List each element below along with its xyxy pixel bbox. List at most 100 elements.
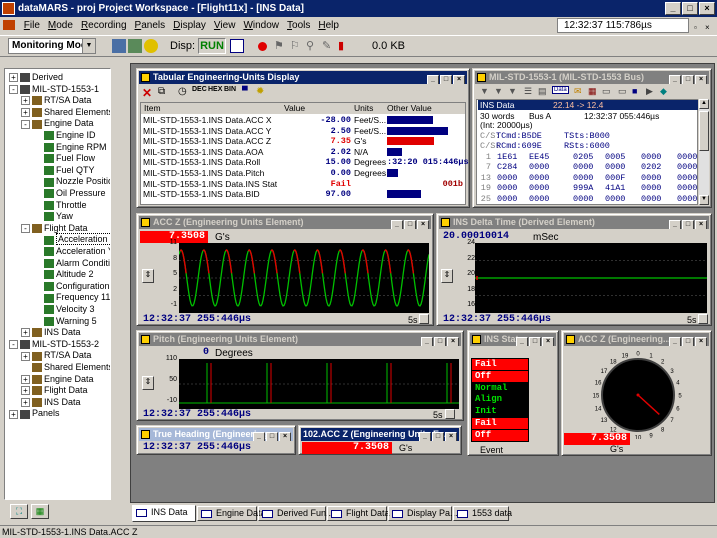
minimize-icon[interactable]: _ — [421, 337, 433, 346]
close-button[interactable]: × — [699, 2, 715, 15]
minimize-button[interactable]: _ — [665, 2, 681, 15]
accz-plot-window[interactable]: ACC Z (Engineering Units Element) _ □ × 7.… — [136, 213, 434, 326]
tree-item[interactable]: Acceleration Y — [33, 246, 110, 257]
menu-panels[interactable]: Panels — [131, 17, 170, 34]
tree-expander-icon[interactable]: + — [21, 374, 30, 384]
menu-view[interactable]: View — [210, 17, 240, 34]
tree-item[interactable]: Nozzle Position — [33, 176, 110, 187]
col-units[interactable]: Units — [354, 103, 373, 113]
table-row[interactable]: MIL-STD-1553-1.INS Data.ACC Y 2.50 Feet/S.… — [141, 126, 465, 136]
tabular-window[interactable]: Tabular Engineering-Units Display _ □ × ✕ … — [136, 68, 470, 208]
tab-ins-data[interactable]: INS Data — [132, 505, 196, 522]
record-icon[interactable] — [258, 42, 267, 51]
monitor-icon[interactable]: ▭ — [602, 86, 611, 97]
tree-item[interactable]: Engine RPM — [33, 142, 107, 153]
minimize-icon[interactable]: _ — [427, 75, 439, 84]
tree-item[interactable]: Altitude 2 — [33, 269, 94, 280]
tree-expander-icon[interactable]: + — [9, 409, 18, 419]
pin3-icon[interactable]: ▼ — [508, 86, 517, 96]
eu-icon[interactable]: ▀ — [242, 86, 248, 95]
scroll-up-icon[interactable]: ▲ — [699, 99, 709, 109]
tree-expander-icon[interactable]: + — [9, 73, 18, 83]
bus-data-row[interactable]: 1 1E61 EE45 0205 0005 0000 0000 — [477, 152, 698, 162]
col-value[interactable]: Value — [284, 103, 305, 113]
filter-icon[interactable]: ⚐ — [290, 39, 304, 53]
pin-icon[interactable]: ▼ — [480, 86, 489, 96]
accz-plot-titlebar[interactable]: ACC Z (Engineering Units Element) _ □ × — [139, 216, 431, 229]
table-row[interactable]: MIL-STD-1553-1.INS Data.ACC X -28.00 Feet/… — [141, 115, 465, 125]
close-icon[interactable]: × — [695, 75, 707, 84]
minimize-icon[interactable]: _ — [669, 220, 681, 229]
tree-item[interactable]: - Engine Data — [21, 118, 94, 129]
bus-scrollbar[interactable]: ▲ ▼ — [699, 99, 709, 205]
tree-item[interactable]: Fuel Flow — [33, 153, 95, 164]
bus-window[interactable]: MIL-STD-1553-1 (MIL-STD-1553 Bus) _ □ × ▼ … — [472, 68, 712, 208]
scale-icon[interactable]: ⇕ — [441, 269, 453, 283]
tree-expander-icon[interactable]: - — [21, 119, 30, 129]
panel-view-tab-icon[interactable]: ▦ — [31, 504, 49, 519]
project-tree[interactable]: + Derived - MIL-STD-1553-1 + RT/SA Data + Share… — [4, 68, 111, 500]
maximize-icon[interactable]: □ — [432, 432, 444, 441]
file-icon[interactable]: ▮ — [338, 39, 352, 53]
tree-item[interactable]: Throttle — [33, 200, 87, 211]
tab-1553-data[interactable]: 1553 data — [453, 506, 512, 521]
minimize-icon[interactable]: _ — [516, 337, 528, 346]
tag-icon[interactable]: ◆ — [660, 86, 667, 97]
minimize-icon[interactable]: _ — [669, 75, 681, 84]
maximize-icon[interactable]: □ — [434, 337, 446, 346]
bin-icon[interactable]: BIN — [224, 86, 236, 93]
run-indicator[interactable]: RUN — [198, 38, 226, 54]
list-icon[interactable]: ☰ — [524, 86, 532, 97]
pitch-titlebar[interactable]: Pitch (Engineering Units Element) _ □ × — [139, 333, 461, 346]
maximize-icon[interactable]: □ — [529, 337, 541, 346]
tree-expander-icon[interactable]: - — [9, 339, 18, 349]
maximize-icon[interactable]: □ — [404, 220, 416, 229]
gauge-titlebar[interactable]: ACC Z (Engineering... _ □ × — [564, 333, 709, 346]
close-icon[interactable]: × — [453, 75, 465, 84]
menu-tools[interactable]: Tools — [283, 17, 314, 34]
scroll-thumb[interactable] — [699, 111, 709, 151]
menu-file[interactable]: File — [20, 17, 44, 34]
tree-expander-icon[interactable]: + — [21, 328, 30, 338]
tree-expander-icon[interactable]: + — [21, 107, 30, 117]
tree-item[interactable]: Frequency 11 — [33, 292, 110, 303]
tree-item[interactable]: + RT/SA Data — [21, 350, 91, 361]
mode-select[interactable]: Monitoring Mode ▼ — [8, 38, 96, 54]
table-row[interactable]: MIL-STD-1553-1.INS Data.ACC Z 7.35 G's — [141, 136, 465, 146]
table-row[interactable]: MIL-STD-1553-1.INS Data.BID 97.00 — [141, 189, 465, 199]
bus-data-row[interactable]: 13 0000 0000 0000 000F 0000 0000 — [477, 173, 698, 183]
scale-icon[interactable]: ⇕ — [142, 269, 154, 283]
tool-icon[interactable]: ▦ — [588, 86, 597, 97]
tree-item[interactable]: - MIL-STD-1553-1 — [9, 84, 99, 95]
menu-recording[interactable]: Recording — [77, 17, 131, 34]
tab-engine-data[interactable]: Engine Data — [197, 506, 266, 521]
mdi-close-icon[interactable]: × — [705, 19, 715, 32]
span-spin-icon[interactable] — [419, 314, 429, 324]
stop-icon[interactable]: ■ — [632, 86, 637, 96]
scale-icon[interactable]: ⇕ — [142, 376, 154, 390]
menu-display[interactable]: Display — [169, 17, 210, 34]
table-row[interactable]: MIL-STD-1553-1.INS Data.AOA 2.02 N/A — [141, 147, 465, 157]
close-icon[interactable]: × — [542, 337, 554, 346]
heading-window[interactable]: True Heading (Engineering... _ □ × 12:32:3… — [136, 425, 296, 455]
maximize-icon[interactable]: □ — [682, 75, 694, 84]
tabular-window-titlebar[interactable]: Tabular Engineering-Units Display _ □ × — [139, 71, 467, 84]
maximize-icon[interactable]: □ — [682, 220, 694, 229]
tree-item[interactable]: - Flight Data — [21, 223, 88, 234]
tree-item[interactable]: + Engine Data — [21, 374, 94, 385]
tree-item[interactable]: Shared Elements — [21, 362, 110, 373]
hex-icon[interactable]: HEX — [208, 86, 222, 93]
close-icon[interactable]: × — [695, 220, 707, 229]
display-window-icon[interactable] — [230, 39, 244, 53]
tab-flight-data[interactable]: Flight Data — [327, 506, 390, 521]
span-spin-icon[interactable] — [445, 409, 455, 419]
accz-small-titlebar[interactable]: 102.ACC Z (Engineering Units E... _ □ × — [301, 428, 459, 441]
tree-item[interactable]: Warning 5 — [33, 316, 97, 327]
search-icon[interactable]: ⚲ — [306, 39, 320, 53]
close-icon[interactable]: × — [695, 337, 707, 346]
bus-data-row[interactable]: 25 0000 0000 0000 0000 0000 0000 — [477, 194, 698, 204]
tree-item[interactable]: Engine ID — [33, 130, 96, 141]
col-item[interactable]: Item — [144, 103, 161, 113]
tree-item[interactable]: + INS Data — [21, 397, 81, 408]
close-icon[interactable]: × — [279, 432, 291, 441]
